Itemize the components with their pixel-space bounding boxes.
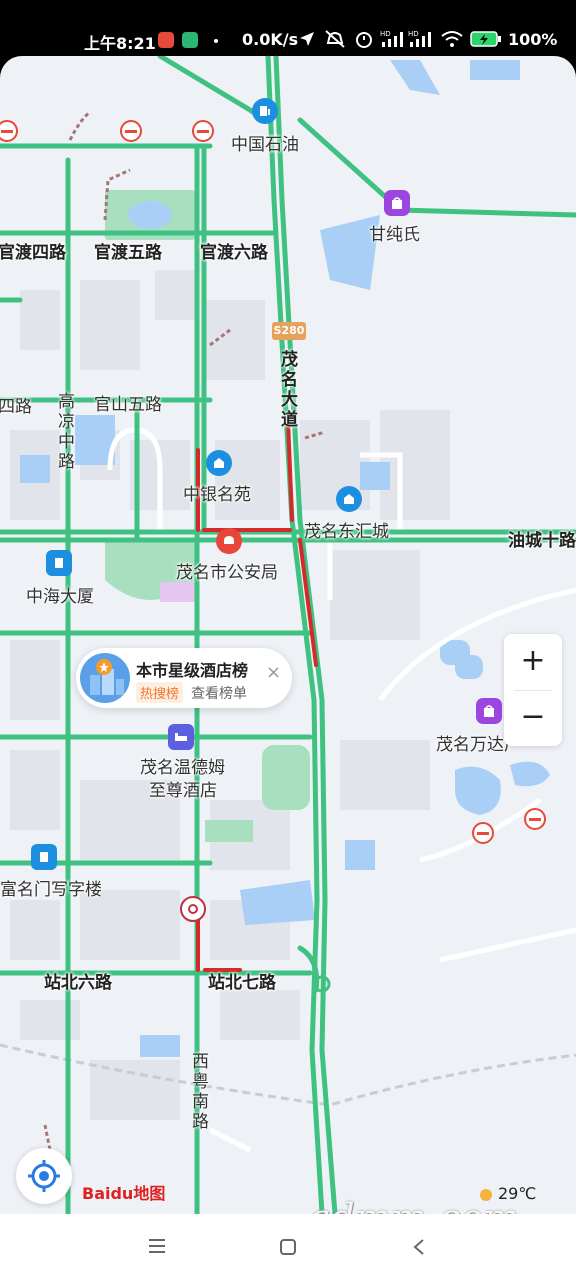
road-label-guanshan5: 官山五路	[94, 395, 162, 415]
hotel-ranking-card[interactable]: 本市星级酒店榜 热搜榜 查看榜单 ×	[76, 648, 292, 708]
zoom-in-button[interactable]: +	[504, 634, 562, 690]
poi-label-wendeham-line2[interactable]: 至尊酒店	[149, 776, 217, 801]
road-label-guandu5: 官渡五路	[94, 243, 162, 263]
road-label-guandu6: 官渡六路	[200, 243, 268, 263]
poi-label-sinopec[interactable]: 中国石油	[231, 130, 299, 155]
no-parking-icon	[192, 120, 214, 142]
hotel-ranking-logo-icon	[80, 653, 130, 703]
building-icon[interactable]	[31, 844, 57, 870]
view-ranking-link[interactable]: 查看榜单	[191, 683, 247, 703]
svg-text:HD: HD	[408, 30, 419, 38]
road-label-maoming-dadao: 茂名大道	[281, 350, 298, 430]
no-parking-icon	[472, 822, 494, 844]
signal-1-icon: HD	[380, 30, 403, 47]
zoom-out-button[interactable]: −	[504, 690, 562, 746]
road-label-guanshan4: 四路	[0, 397, 32, 417]
menu-icon[interactable]	[148, 1238, 166, 1254]
svg-text:HD: HD	[380, 30, 391, 38]
mute-icon	[325, 30, 345, 48]
shopping-bag-icon[interactable]	[476, 698, 502, 724]
battery-percent: 100%	[508, 30, 558, 49]
alarm-icon	[356, 32, 372, 48]
gas-station-icon[interactable]	[252, 98, 278, 124]
map-app-icon	[158, 32, 174, 48]
poi-label-zhongyin[interactable]: 中银名苑	[183, 480, 251, 505]
home-icon[interactable]	[279, 1238, 297, 1256]
poi-label-ganchunshi[interactable]: 甘纯氏	[369, 220, 420, 245]
building-icon[interactable]	[46, 550, 72, 576]
baidu-map-logo: Baidu地图	[82, 1184, 166, 1203]
poi-label-fuming[interactable]: 富名门写字楼	[0, 875, 102, 900]
shopping-bag-icon[interactable]	[384, 190, 410, 216]
send-app-icon	[182, 32, 198, 48]
status-bar: 上午8:21 0.0K/s HD HD 100%	[0, 0, 576, 56]
map-roads	[0, 56, 576, 1214]
zoom-control: + −	[504, 634, 562, 746]
locate-button[interactable]	[16, 1148, 72, 1204]
road-label-gaoliang: 高凉中路	[58, 392, 75, 472]
system-nav-bar	[0, 1214, 576, 1280]
dot-icon	[214, 39, 218, 43]
road-label-xiyue-nan: 西粤南路	[192, 1052, 209, 1132]
poi-label-zhonghai[interactable]: 中海大厦	[26, 582, 94, 607]
poi-label-donghui[interactable]: 茂名东汇城	[304, 517, 389, 542]
road-label-zhanbei6: 站北六路	[44, 973, 112, 993]
hot-search-tag: 热搜榜	[136, 682, 184, 703]
signal-2-icon: HD	[408, 30, 431, 47]
no-parking-icon	[120, 120, 142, 142]
poi-label-wendeham-line1[interactable]: 茂名温德姆	[140, 753, 225, 778]
location-arrow-icon	[300, 32, 314, 46]
road-label-zhanbei7: 站北七路	[208, 973, 276, 993]
status-time: 上午8:21	[84, 34, 156, 53]
close-icon[interactable]: ×	[266, 662, 281, 683]
hotel-bed-icon[interactable]	[168, 724, 194, 750]
building-icon[interactable]	[336, 486, 362, 512]
map-canvas[interactable]: S280 官渡四路 官渡五路 官渡六路 四路 官山五路 高凉中路 茂名大道 油城…	[0, 56, 576, 1214]
road-label-youcheng10: 油城十路	[508, 531, 576, 551]
police-icon[interactable]	[216, 528, 242, 554]
poi-label-police[interactable]: 茂名市公安局	[176, 558, 278, 583]
building-icon[interactable]	[206, 450, 232, 476]
route-shield-s280: S280	[272, 322, 306, 340]
battery-icon	[470, 31, 501, 47]
hotel-ranking-title: 本市星级酒店榜	[136, 661, 249, 680]
network-speed: 0.0K/s	[242, 30, 299, 49]
metro-icon[interactable]	[180, 896, 206, 922]
road-label-guandu4: 官渡四路	[0, 243, 66, 263]
back-icon[interactable]	[412, 1238, 426, 1256]
wifi-icon	[441, 31, 463, 47]
no-parking-icon	[524, 808, 546, 830]
locate-icon	[28, 1160, 60, 1192]
